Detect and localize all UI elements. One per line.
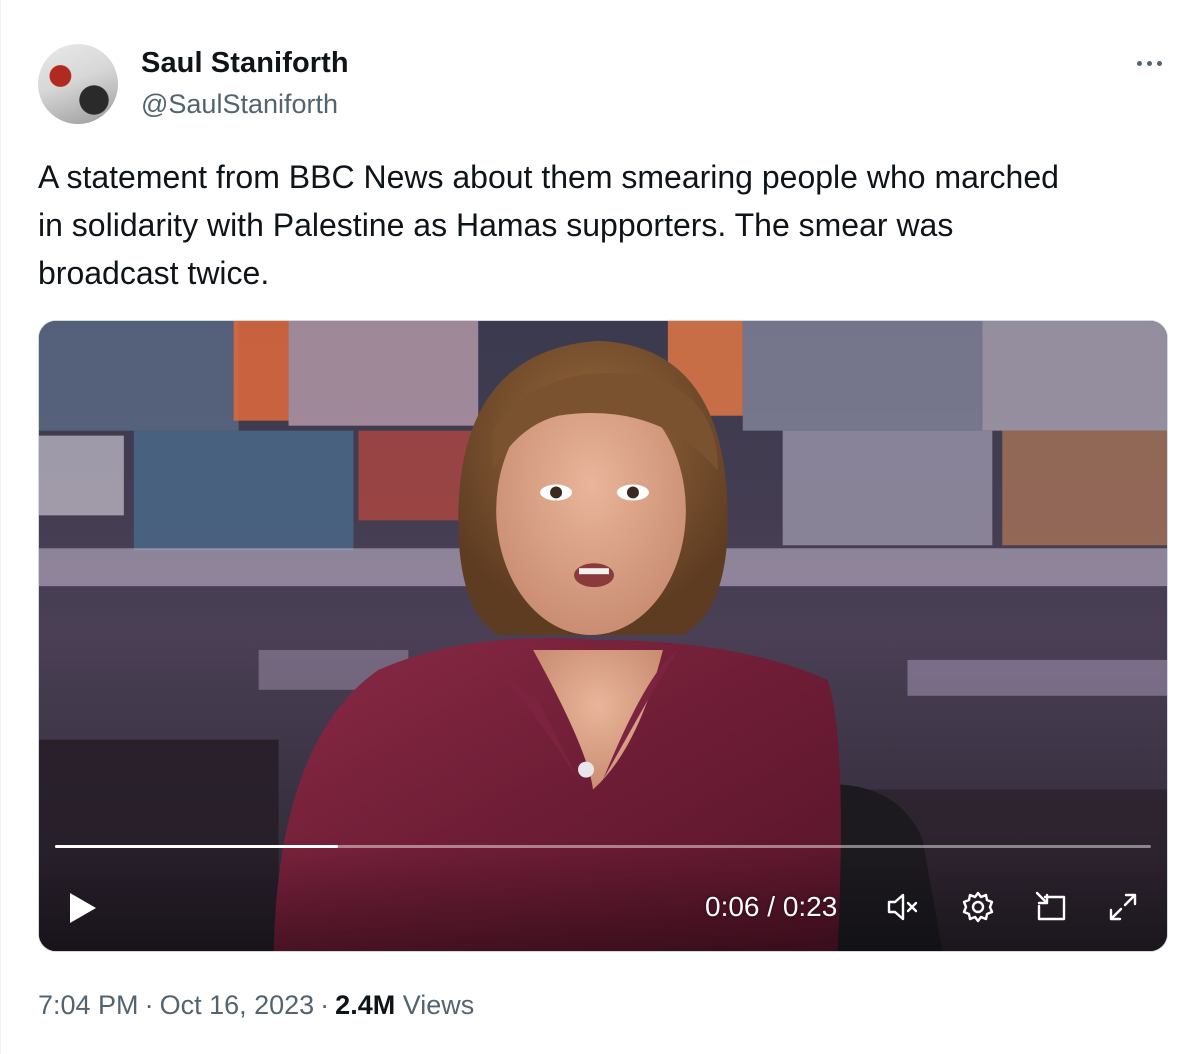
tweet-meta: 7:04 PM · Oct 16, 2023 · 2.4M Views (38, 990, 474, 1021)
author-handle[interactable]: @SaulStaniforth (141, 89, 338, 120)
settings-gear-icon[interactable] (960, 889, 996, 925)
picture-in-picture-icon[interactable] (1033, 889, 1069, 925)
video-controls-overlay (39, 851, 1167, 951)
tweet-text: A statement from BBC News about them sme… (38, 159, 1059, 291)
author-display-name[interactable]: Saul Staniforth (141, 47, 349, 80)
meta-separator: · (144, 990, 154, 1020)
play-icon[interactable] (65, 890, 101, 926)
fullscreen-icon[interactable] (1105, 889, 1141, 925)
video-progress-fill (55, 845, 338, 848)
meta-separator: · (320, 990, 330, 1020)
video-time-display: 0:06 / 0:23 (705, 891, 838, 922)
muted-speaker-icon[interactable] (885, 889, 921, 925)
tweet-time[interactable]: 7:04 PM (38, 990, 139, 1020)
video-player[interactable]: 0:06 / 0:23 (38, 320, 1168, 952)
views-label: Views (402, 990, 475, 1020)
video-progress-bar[interactable] (55, 845, 1151, 848)
tweet-card: Saul Staniforth @SaulStaniforth A statem… (0, 0, 1192, 1054)
more-options-button[interactable] (1127, 48, 1171, 78)
author-avatar[interactable] (38, 44, 118, 124)
views-count: 2.4M (335, 990, 396, 1020)
tweet-date[interactable]: Oct 16, 2023 (160, 990, 315, 1020)
ellipsis-icon (1136, 60, 1162, 66)
